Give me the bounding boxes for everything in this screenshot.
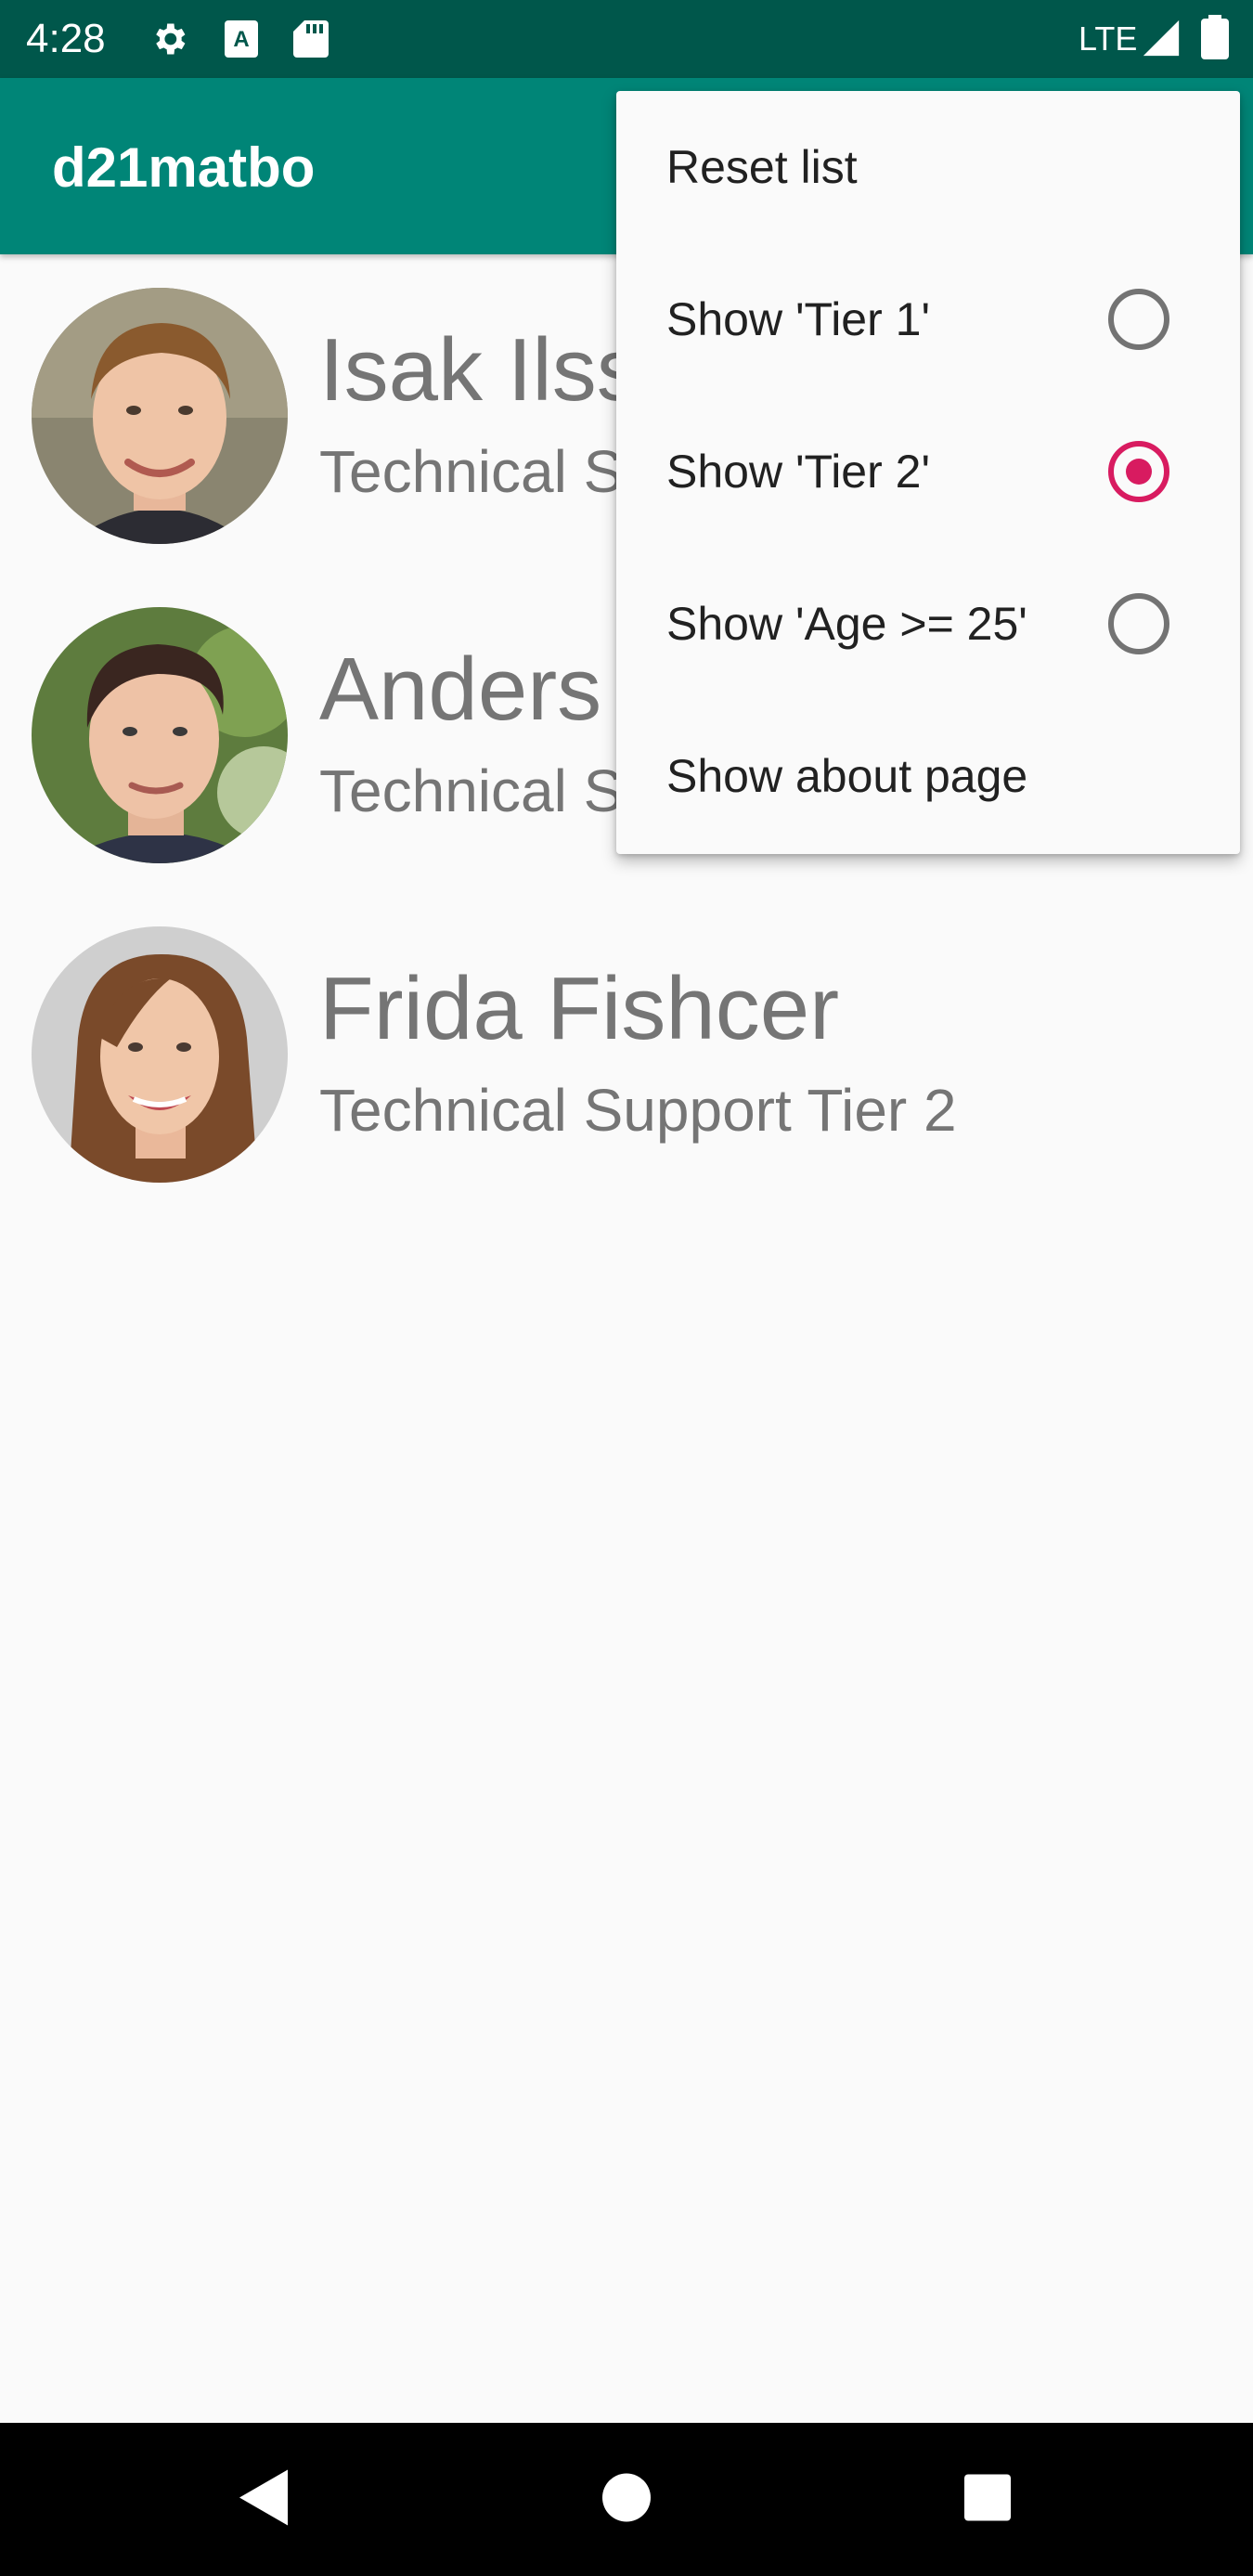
radio-button-unchecked[interactable] — [1108, 289, 1169, 350]
menu-item-show-tier-1[interactable]: Show 'Tier 1' — [616, 243, 1240, 395]
status-time: 4:28 — [26, 16, 106, 61]
overflow-menu: Reset list Show 'Tier 1' Show 'Tier 2' S… — [616, 91, 1240, 854]
menu-item-show-age-25[interactable]: Show 'Age >= 25' — [616, 548, 1240, 700]
home-icon[interactable] — [602, 2473, 651, 2526]
status-bar: 4:28 A LTE — [0, 0, 1253, 78]
person-role: Technical Support Tier 2 — [319, 1077, 957, 1144]
network-type: LTE — [1079, 19, 1138, 58]
menu-item-label: Show 'Tier 1' — [666, 293, 931, 345]
back-icon[interactable] — [239, 2469, 288, 2530]
app-title: d21matbo — [52, 136, 316, 199]
menu-item-label: Show 'Tier 2' — [666, 446, 931, 498]
accessibility-a-icon: A — [223, 19, 260, 64]
svg-text:A: A — [233, 27, 249, 52]
menu-item-show-tier-2[interactable]: Show 'Tier 2' — [616, 395, 1240, 548]
navigation-bar — [0, 2423, 1253, 2576]
menu-item-label: Reset list — [666, 141, 858, 193]
menu-item-show-about-page[interactable]: Show about page — [616, 700, 1240, 852]
radio-dot — [1126, 459, 1152, 485]
avatar — [32, 607, 288, 863]
battery-icon — [1201, 15, 1229, 64]
recents-icon[interactable] — [964, 2474, 1011, 2525]
radio-button-checked[interactable] — [1108, 441, 1169, 502]
sd-card-icon — [293, 19, 329, 64]
radio-button-unchecked[interactable] — [1108, 593, 1169, 654]
menu-item-label: Show about page — [666, 750, 1028, 802]
avatar — [32, 288, 288, 544]
person-name: Frida Fishcer — [319, 959, 840, 1058]
avatar — [32, 926, 288, 1183]
menu-item-reset-list[interactable]: Reset list — [616, 91, 1240, 243]
menu-item-label: Show 'Age >= 25' — [666, 598, 1027, 650]
gear-icon — [149, 19, 189, 64]
signal-icon — [1140, 17, 1182, 64]
list-item[interactable]: Frida Fishcer Technical Support Tier 2 — [0, 893, 1253, 1199]
